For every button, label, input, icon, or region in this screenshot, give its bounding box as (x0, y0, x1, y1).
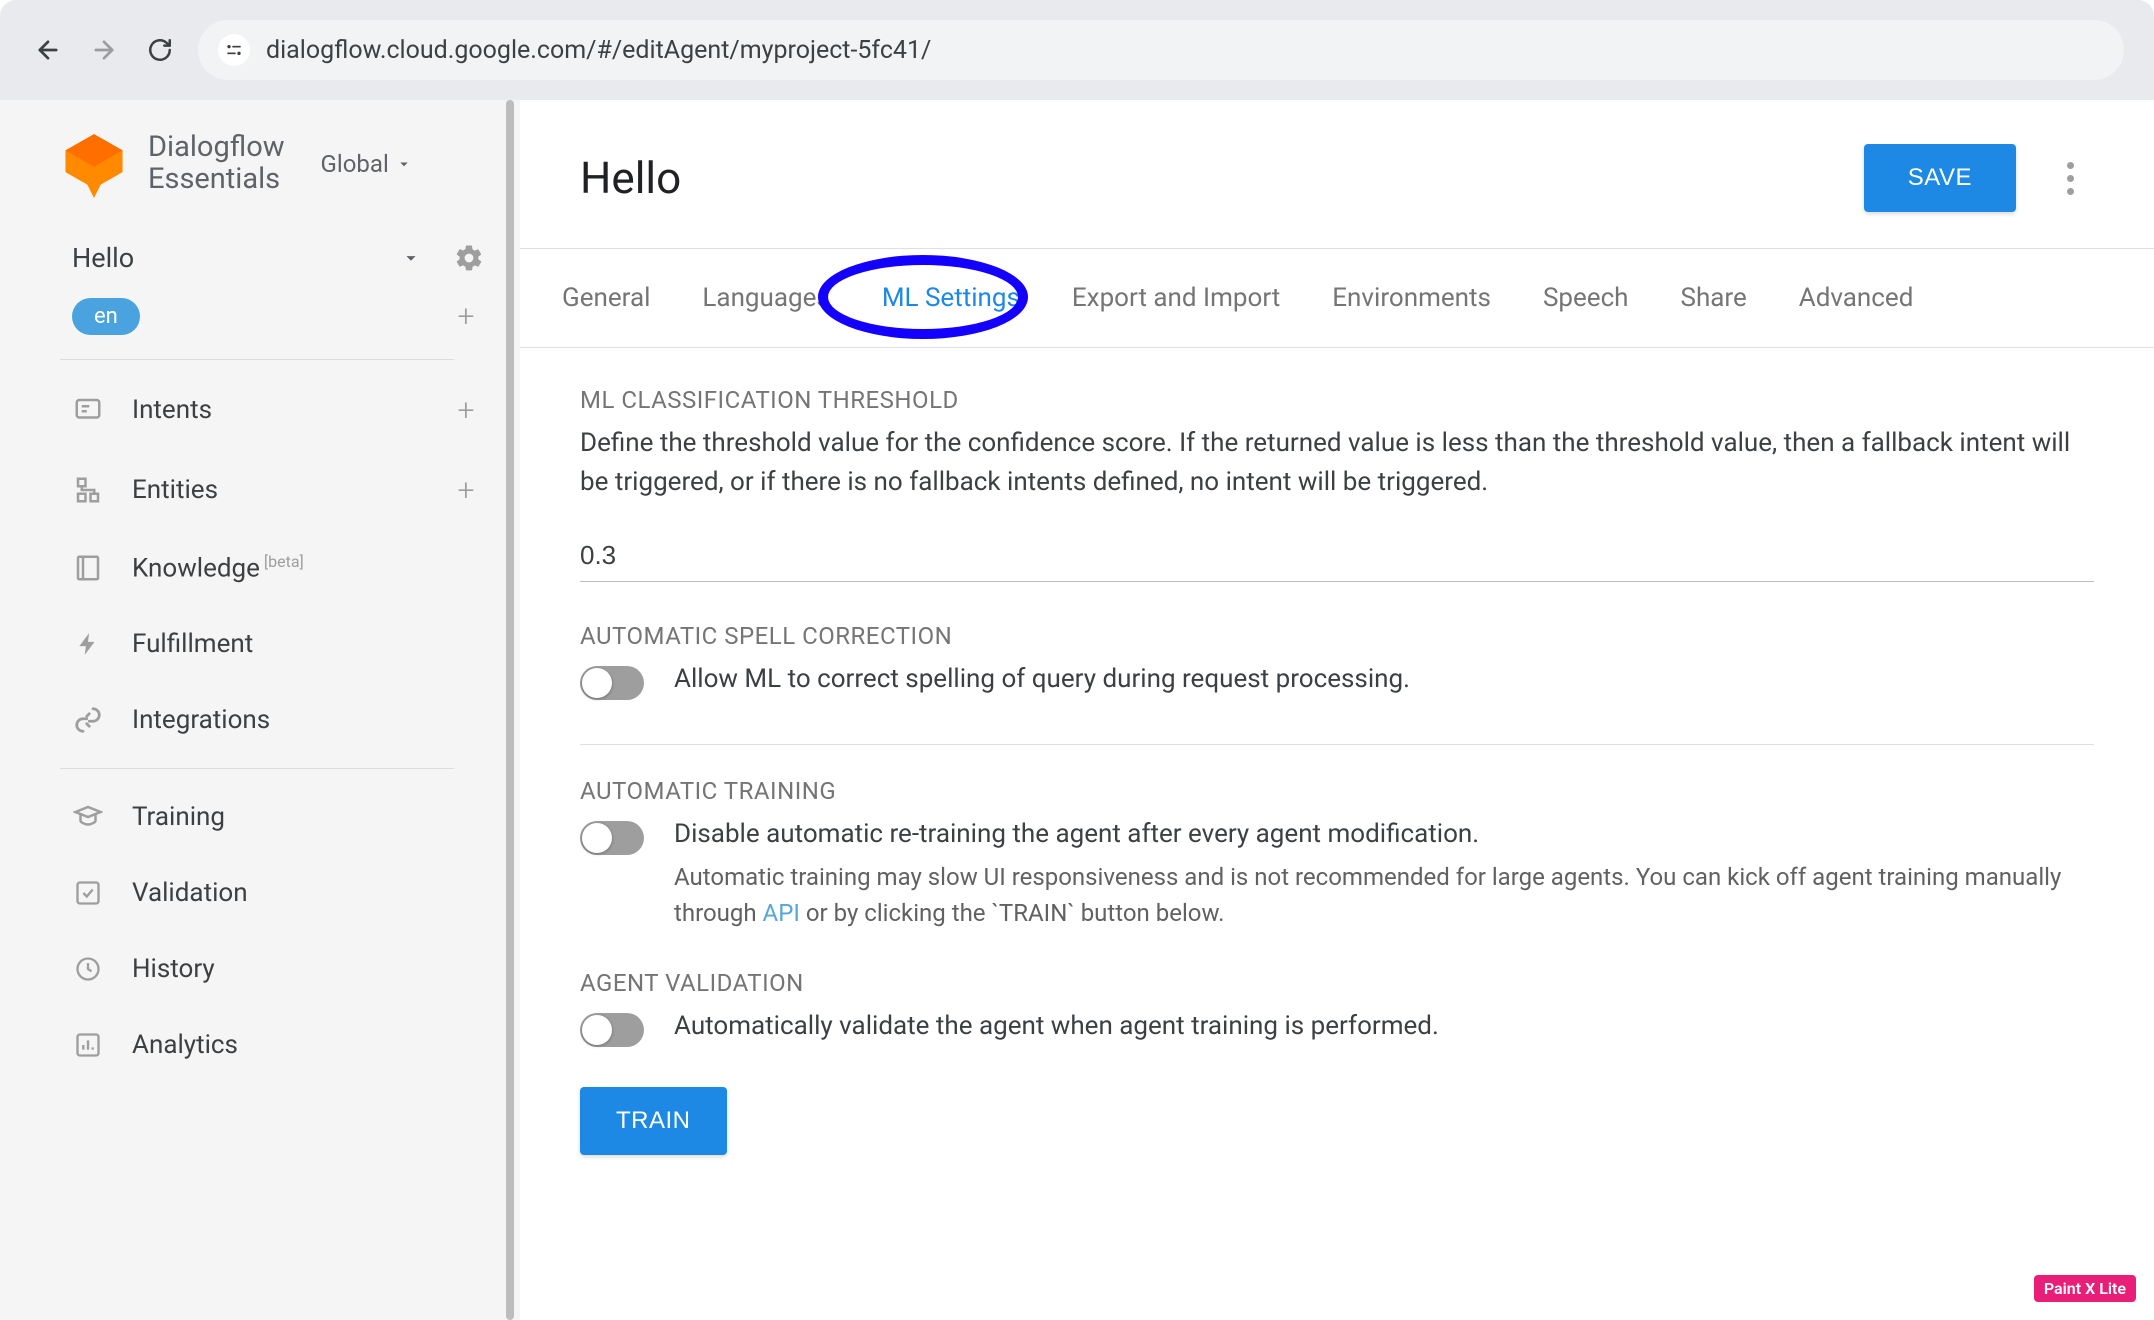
brand-title: Dialogflow (148, 132, 285, 164)
sidebar-item-knowledge[interactable]: Knowledge[beta] (0, 530, 514, 606)
add-language-button[interactable]: + (448, 299, 484, 335)
browser-back-button[interactable] (30, 32, 66, 68)
tab-export-import[interactable]: Export and Import (1070, 279, 1282, 317)
sidebar-item-entities[interactable]: Entities + (0, 450, 514, 530)
brand-block: Dialogflow Essentials Global (0, 100, 514, 218)
sidebar-item-training[interactable]: Training (0, 779, 514, 855)
more-menu-button[interactable] (2046, 154, 2094, 202)
threshold-input[interactable] (580, 522, 2094, 582)
language-badge[interactable]: en (72, 298, 140, 335)
knowledge-icon (72, 552, 104, 584)
sidebar-item-intents[interactable]: Intents + (0, 370, 514, 450)
tab-speech[interactable]: Speech (1541, 279, 1631, 317)
sidebar-item-fulfillment[interactable]: Fulfillment (0, 606, 514, 682)
add-intent-button[interactable]: + (448, 392, 484, 428)
chevron-down-icon (395, 155, 413, 173)
browser-toolbar: dialogflow.cloud.google.com/#/editAgent/… (0, 0, 2154, 100)
analytics-icon (72, 1029, 104, 1061)
watermark-badge: Paint X Lite (2034, 1275, 2136, 1302)
region-selector[interactable]: Global (321, 150, 413, 178)
tab-advanced[interactable]: Advanced (1797, 279, 1916, 317)
tabs-bar: General Languages ML Settings Export and… (520, 249, 2154, 347)
agent-validation-toggle[interactable] (580, 1013, 644, 1047)
integrations-icon (72, 704, 104, 736)
sidebar-item-history[interactable]: History (0, 931, 514, 1007)
sidebar-item-validation[interactable]: Validation (0, 855, 514, 931)
validation-icon (72, 877, 104, 909)
spell-section-title: AUTOMATIC SPELL CORRECTION (580, 622, 2094, 650)
main-content: Hello SAVE General Languages ML Settings… (520, 100, 2154, 1320)
history-icon (72, 953, 104, 985)
save-button[interactable]: SAVE (1864, 144, 2016, 212)
training-toggle-label: Disable automatic re-training the agent … (674, 819, 2094, 849)
auto-training-toggle[interactable] (580, 821, 644, 855)
training-section-title: AUTOMATIC TRAINING (580, 777, 2094, 805)
url-text: dialogflow.cloud.google.com/#/editAgent/… (266, 36, 931, 65)
validation-section-title: AGENT VALIDATION (580, 969, 2094, 997)
threshold-section-title: ML CLASSIFICATION THRESHOLD (580, 386, 2094, 414)
train-button[interactable]: TRAIN (580, 1087, 727, 1155)
tab-environments[interactable]: Environments (1330, 279, 1493, 317)
site-settings-icon[interactable] (218, 34, 250, 66)
browser-reload-button[interactable] (142, 32, 178, 68)
spell-toggle-label: Allow ML to correct spelling of query du… (674, 664, 1410, 694)
intents-icon (72, 394, 104, 426)
entities-icon (72, 474, 104, 506)
agent-settings-gear-icon[interactable] (454, 243, 484, 273)
browser-forward-button[interactable] (86, 32, 122, 68)
tab-share[interactable]: Share (1679, 279, 1749, 317)
page-title: Hello (580, 152, 1864, 204)
spell-correction-toggle[interactable] (580, 666, 644, 700)
tab-languages[interactable]: Languages (700, 279, 831, 317)
validation-toggle-label: Automatically validate the agent when ag… (674, 1011, 1439, 1041)
add-entity-button[interactable]: + (448, 472, 484, 508)
agent-name[interactable]: Hello (72, 242, 388, 274)
training-toggle-sublabel: Automatic training may slow UI responsiv… (674, 859, 2094, 931)
address-bar[interactable]: dialogflow.cloud.google.com/#/editAgent/… (198, 20, 2124, 80)
sidebar-item-integrations[interactable]: Integrations (0, 682, 514, 758)
dialogflow-logo-icon (60, 130, 128, 198)
training-icon (72, 801, 104, 833)
tab-general[interactable]: General (560, 279, 652, 317)
sidebar-item-analytics[interactable]: Analytics (0, 1007, 514, 1083)
fulfillment-icon (72, 628, 104, 660)
tab-ml-settings[interactable]: ML Settings (880, 279, 1022, 317)
sidebar: Dialogflow Essentials Global Hello en + (0, 100, 520, 1320)
threshold-section-desc: Define the threshold value for the confi… (580, 424, 2080, 502)
api-link[interactable]: API (763, 899, 800, 927)
agent-dropdown-icon[interactable] (400, 247, 422, 269)
brand-subtitle: Essentials (148, 164, 285, 196)
